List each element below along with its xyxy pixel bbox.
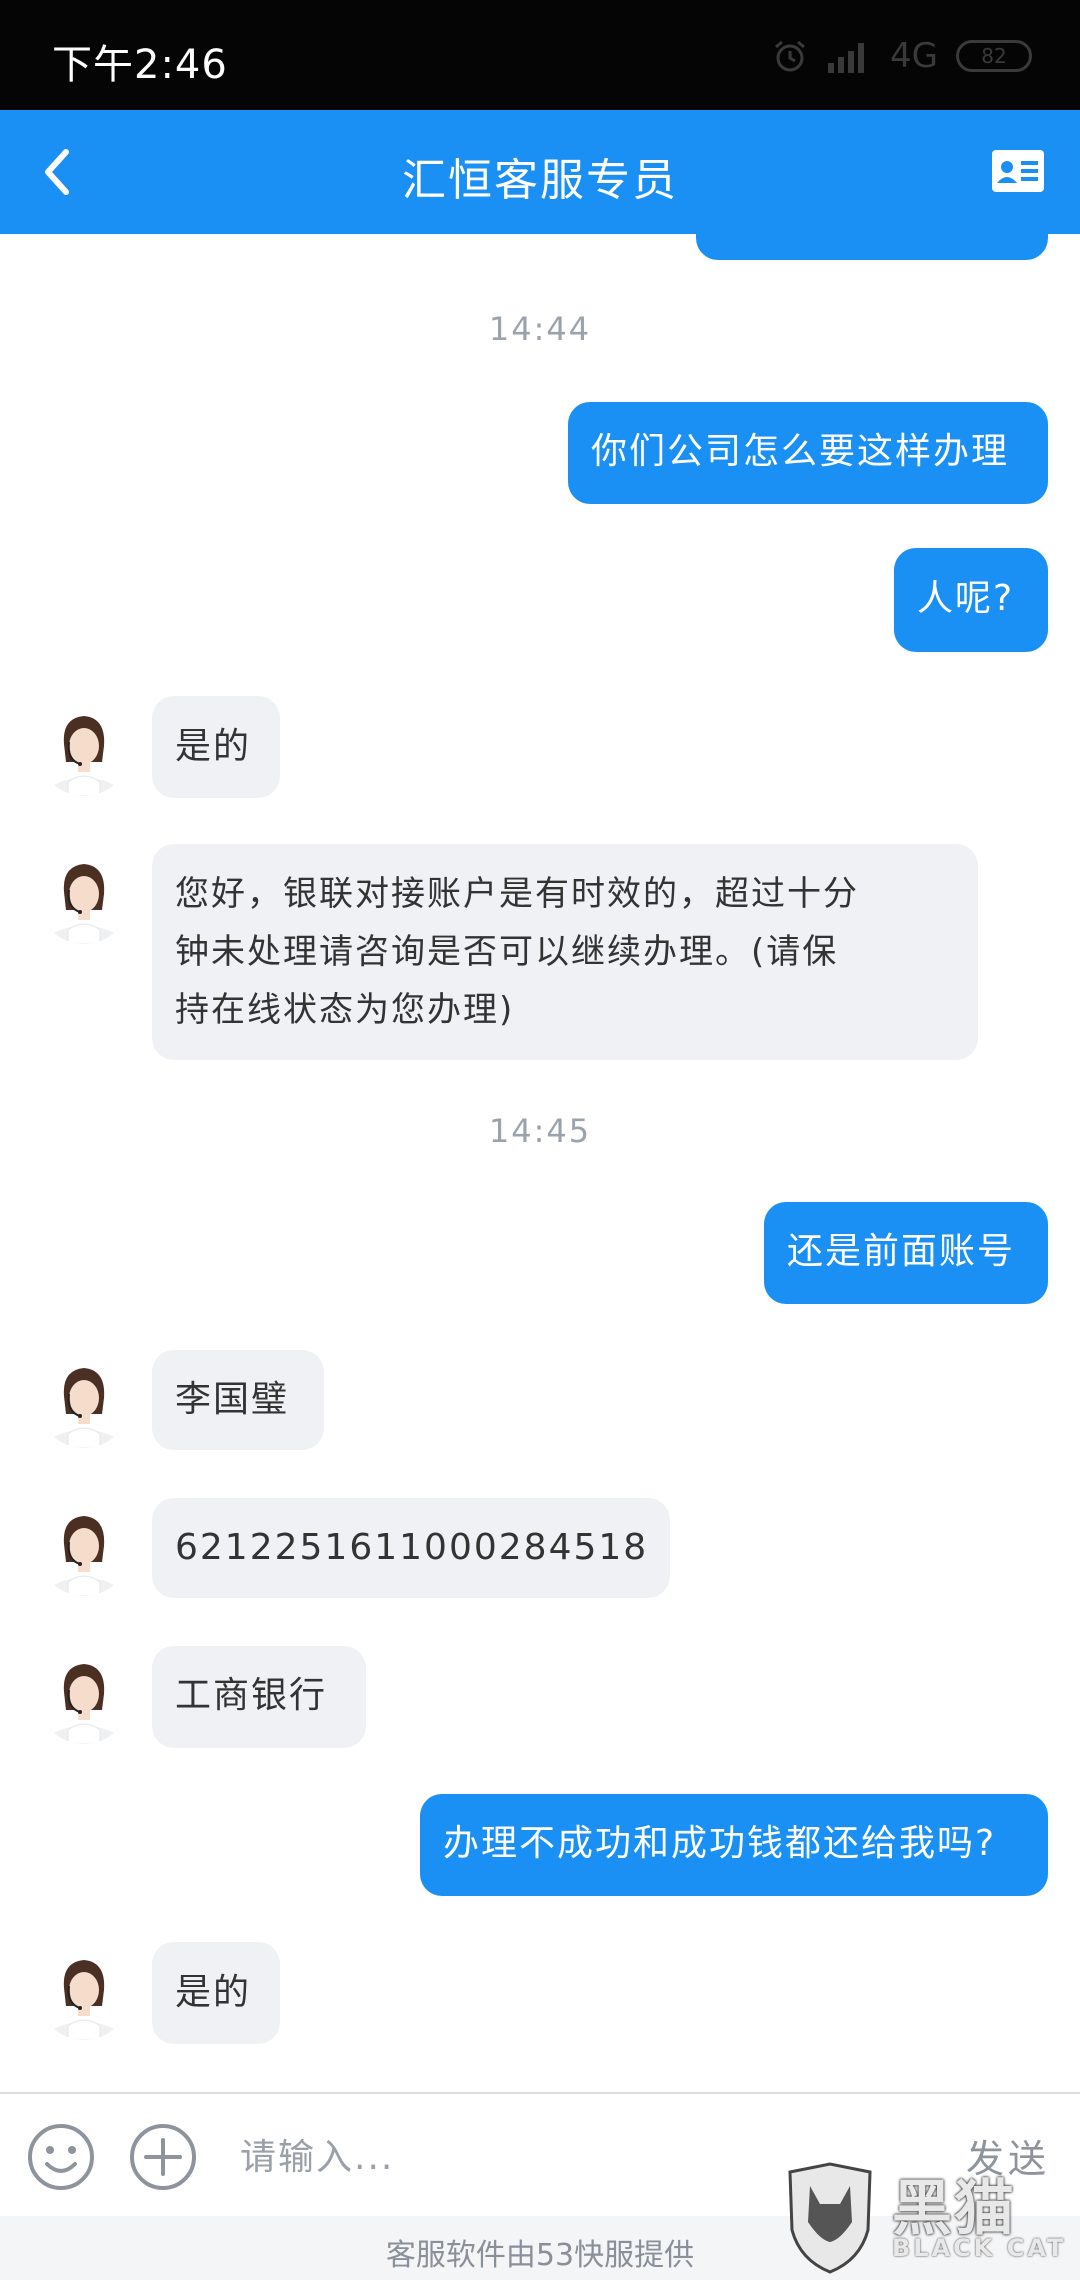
agent-avatar[interactable] [38,1652,130,1744]
page-title: 汇恒客服专员 [402,155,678,206]
status-time: 下午2:46 [52,42,228,88]
message-bubble-outgoing: 人呢? [894,548,1048,652]
agent-avatar[interactable] [38,1356,130,1448]
message-bubble-outgoing-partial [696,234,1048,260]
agent-avatar-image [38,1504,130,1596]
message-bubble-incoming: 李国璧 [152,1350,324,1450]
alarm-icon [775,40,805,72]
message-bubble-outgoing: 还是前面账号 [764,1202,1048,1304]
message-bubble-incoming: 工商银行 [152,1646,366,1748]
cat-shield-icon [788,2162,872,2274]
contact-card-icon[interactable] [990,146,1046,196]
agent-avatar[interactable] [38,1504,130,1596]
chat-messages[interactable]: 14:44 你们公司怎么要这样办理 人呢? 是的 您好，银联对接账户是有时效的，… [0,234,1080,2092]
status-bar: 下午2:46 4G 82 [0,0,1080,110]
message-line: 持在线状态为您办理) [175,990,515,1030]
watermark-subtitle: BLACK CAT [892,2234,1067,2262]
timestamp: 14:45 [488,1112,592,1150]
watermark: 黑猫 BLACK CAT [780,2160,1070,2276]
message-bubble-outgoing: 你们公司怎么要这样办理 [568,402,1048,504]
message-bubble-incoming: 6212251611000284518 [152,1498,670,1598]
emoji-icon[interactable] [26,2122,96,2192]
message-line: 您好，银联对接账户是有时效的，超过十分 [175,874,859,914]
message-bubble-incoming: 是的 [152,696,280,798]
agent-avatar-image [38,1652,130,1744]
message-bubble-incoming: 是的 [152,1942,280,2044]
agent-avatar[interactable] [38,704,130,796]
agent-avatar-image [38,704,130,796]
agent-avatar-image [38,1356,130,1448]
signal-icon [828,43,865,73]
agent-avatar[interactable] [38,1948,130,2040]
chat-header: 汇恒客服专员 [0,110,1080,234]
network-label: 4G [890,36,938,76]
plus-icon[interactable] [128,2122,198,2192]
agent-avatar-image [38,852,130,944]
agent-avatar-image [38,1948,130,2040]
battery-level: 82 [981,44,1007,68]
status-icons: 4G 82 [772,36,1032,76]
message-bubble-outgoing: 办理不成功和成功钱都还给我吗? [420,1794,1048,1896]
timestamp: 14:44 [488,310,592,348]
agent-avatar[interactable] [38,852,130,944]
message-bubble-incoming: 您好，银联对接账户是有时效的，超过十分 钟未处理请咨询是否可以继续办理。(请保 … [152,844,978,1060]
message-line: 钟未处理请咨询是否可以继续办理。(请保 [175,932,839,972]
battery-icon: 82 [956,40,1032,72]
